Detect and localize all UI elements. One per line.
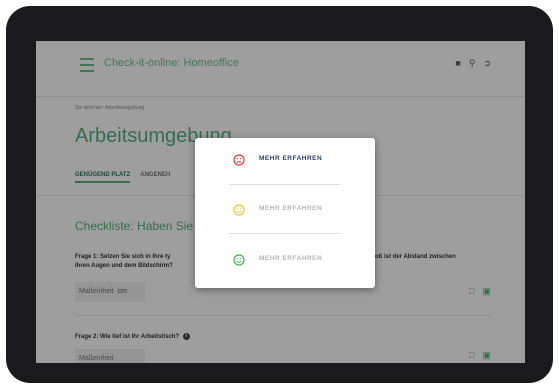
option-label: MEHR ERFAHREN <box>259 155 323 162</box>
feedback-modal: MEHR ERFAHREN MEHR ERFAHREN MEHR ERFAHRE… <box>195 138 375 288</box>
sad-face-icon <box>233 154 245 166</box>
option-label: MEHR ERFAHREN <box>259 205 323 212</box>
option-neutral[interactable]: MEHR ERFAHREN <box>195 188 375 234</box>
option-label: MEHR ERFAHREN <box>259 255 323 262</box>
divider <box>229 233 341 234</box>
option-sad[interactable]: MEHR ERFAHREN <box>195 138 375 184</box>
happy-face-icon <box>233 254 245 266</box>
neutral-face-icon <box>233 204 245 216</box>
tablet-device: Check-it-online: Homeoffice ■ ⚲ ➲ Sie si… <box>0 0 559 389</box>
divider <box>229 184 341 185</box>
option-happy[interactable]: MEHR ERFAHREN <box>195 238 375 284</box>
